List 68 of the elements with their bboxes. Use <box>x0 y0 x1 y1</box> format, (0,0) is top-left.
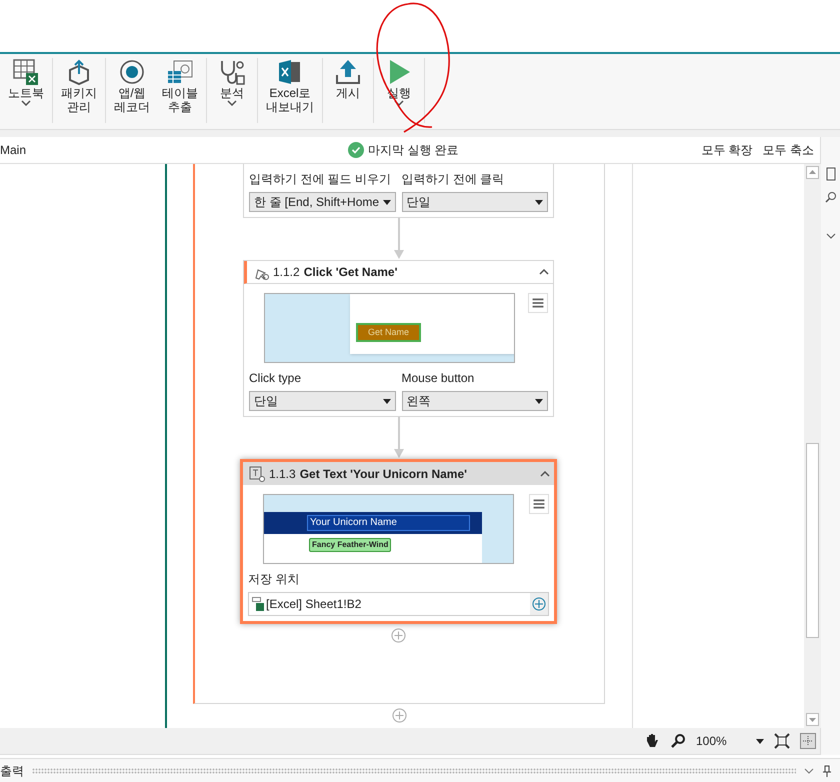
flow-title: Main <box>0 142 28 159</box>
ribbon-button[interactable]: 테이블 추출 <box>156 58 204 123</box>
dropdown-arrow-icon <box>756 738 764 744</box>
stethoscope-icon <box>218 58 246 86</box>
ribbon-button[interactable]: 앱/웹 레코더 <box>108 58 156 123</box>
excel-cell-icon <box>252 597 264 611</box>
header-action-button[interactable]: 모두 축소 <box>762 141 814 159</box>
search-icon[interactable] <box>824 191 836 203</box>
hand-icon[interactable] <box>644 733 660 749</box>
field-label: Click type <box>249 370 302 387</box>
dropdown[interactable]: 단일 <box>249 391 396 411</box>
dropdown[interactable]: 한 줄 [End, Shift+Home <box>249 192 396 212</box>
caret-down-icon[interactable] <box>21 100 31 106</box>
check-circle-icon <box>348 142 364 158</box>
spreadsheet-icon <box>12 58 40 86</box>
vertical-scrollbar[interactable] <box>804 164 821 728</box>
fit-screen-icon[interactable] <box>774 733 790 749</box>
step-card[interactable]: 1.1.3 Get Text 'Your Unicorn Name' Your Unicorn Name Fancy Feather-Wind 저장 위치 [Excel] Sheet1!B2 <box>240 459 557 624</box>
step-title: Get Text 'Your Unicorn Name' <box>300 466 468 482</box>
zoom-icon[interactable] <box>670 733 686 749</box>
menu-icon[interactable] <box>528 293 548 313</box>
step-card[interactable]: 1.1.2 Click 'Get Name' Get Name Click type 단일 Mouse button 왼쪽 <box>243 260 554 417</box>
scroll-up-icon[interactable] <box>806 166 819 179</box>
field-label: 저장 위치 <box>248 571 300 588</box>
field-label: 입력하기 전에 필드 비우기 <box>249 171 392 188</box>
dropdown-arrow-icon <box>535 398 543 404</box>
dropdown[interactable]: 단일 <box>402 192 548 212</box>
add-icon[interactable] <box>532 597 546 611</box>
dropdown-arrow-icon <box>382 398 390 404</box>
connector-arrow <box>394 417 404 459</box>
step-title: Click 'Get Name' <box>304 264 398 281</box>
actual-size-icon[interactable] <box>800 733 816 749</box>
step-number: 1.1.2 <box>273 264 300 281</box>
table-globe-icon <box>166 58 194 86</box>
ribbon-button[interactable]: 게시 <box>325 58 371 123</box>
input-field[interactable]: [Excel] Sheet1!B2 <box>248 592 549 616</box>
square-icon <box>826 167 836 181</box>
chevron-down-icon[interactable] <box>804 768 814 774</box>
ribbon-button[interactable]: 분석 <box>209 58 255 123</box>
record-icon <box>118 58 146 86</box>
dropdown-arrow-icon <box>383 200 392 204</box>
status-text: 마지막 실행 완료 <box>368 142 459 159</box>
ribbon-button[interactable]: Excel로 내보내기 <box>260 58 320 123</box>
panel-title: 출력 <box>0 762 24 780</box>
step-number: 1.1.3 <box>269 466 296 482</box>
highlighted-button: Get Name <box>356 323 421 342</box>
zoom-dropdown[interactable]: 100% <box>696 732 764 750</box>
field-value: [Excel] Sheet1!B2 <box>266 596 362 613</box>
chevron-down-icon[interactable] <box>826 233 836 239</box>
pin-icon[interactable] <box>822 764 832 776</box>
extracted-text: Fancy Feather-Wind <box>309 538 392 552</box>
text-icon <box>249 466 265 482</box>
caret-down-icon[interactable] <box>227 100 237 106</box>
upload-icon <box>334 58 362 86</box>
dropdown[interactable]: 왼쪽 <box>402 391 548 411</box>
caret-up-icon[interactable] <box>540 470 550 476</box>
caret-up-icon[interactable] <box>539 269 549 275</box>
highlighted-text: Your Unicorn Name <box>307 515 470 531</box>
menu-icon[interactable] <box>529 494 549 514</box>
scroll-down-icon[interactable] <box>806 713 819 726</box>
dropdown-arrow-icon <box>535 200 543 204</box>
scrollbar-thumb[interactable] <box>806 443 819 638</box>
field-label: 입력하기 전에 클릭 <box>402 171 506 188</box>
header-action-button[interactable]: 모두 확장 <box>701 141 753 159</box>
caret-down-icon[interactable] <box>394 100 404 106</box>
field-label: Mouse button <box>402 370 476 387</box>
ribbon-button[interactable]: 패키지 관리 <box>55 58 103 123</box>
ribbon-button[interactable]: 노트북 <box>2 58 50 123</box>
